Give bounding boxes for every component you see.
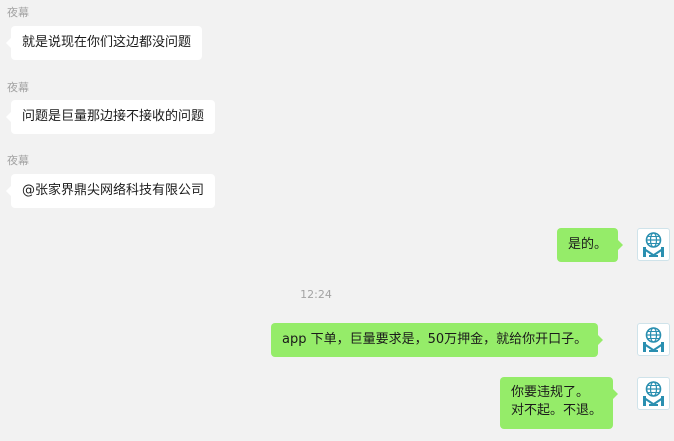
sender-name: 夜幕 — [7, 154, 29, 167]
outgoing-message-bubble[interactable]: 是的。 — [557, 228, 624, 262]
message-text: app 下单，巨量要求是，50万押金，就给你开口子。 — [282, 332, 588, 347]
sender-name: 夜幕 — [7, 6, 29, 19]
sender-name: 夜幕 — [7, 81, 29, 94]
message-text: 问题是巨量那边接不接收的问题 — [22, 109, 205, 124]
message-timestamp: 12:24 — [300, 288, 332, 301]
globe-building-logo-icon — [643, 232, 664, 257]
incoming-message-bubble[interactable]: @张家界鼎尖网络科技有限公司 — [5, 174, 216, 208]
message-text: @张家界鼎尖网络科技有限公司 — [22, 183, 205, 198]
globe-building-logo-icon — [643, 381, 664, 406]
globe-building-logo-icon — [643, 327, 664, 352]
outgoing-message-bubble[interactable]: 你要违规了。 对不起。不退。 — [500, 377, 619, 429]
chat-message-list[interactable]: 夜幕 就是说现在你们这边都没问题 夜幕 问题是巨量那边接不接收的问题 夜幕 @张… — [0, 0, 674, 441]
incoming-message-bubble[interactable]: 问题是巨量那边接不接收的问题 — [5, 100, 216, 134]
user-avatar[interactable] — [637, 228, 670, 261]
message-text-line: 你要违规了。 — [511, 385, 590, 400]
message-text: 是的。 — [568, 237, 608, 252]
incoming-message-bubble[interactable]: 就是说现在你们这边都没问题 — [5, 26, 203, 60]
outgoing-message-bubble[interactable]: app 下单，巨量要求是，50万押金，就给你开口子。 — [271, 323, 604, 357]
user-avatar[interactable] — [637, 377, 670, 410]
message-text: 就是说现在你们这边都没问题 — [22, 35, 192, 50]
user-avatar[interactable] — [637, 323, 670, 356]
message-text-line: 对不起。不退。 — [511, 403, 603, 418]
